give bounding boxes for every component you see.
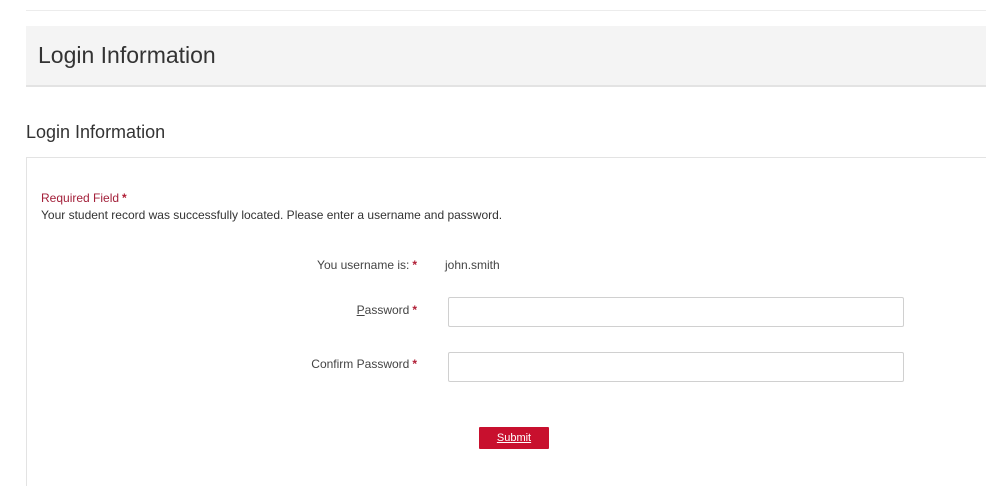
required-field-text: Required Field — [41, 191, 120, 205]
confirm-password-label-text: Confirm Password — [311, 357, 410, 371]
password-label-text: assword — [364, 303, 410, 317]
required-field-note: Required Field * — [41, 191, 127, 205]
confirm-password-label: Confirm Password * — [27, 357, 417, 371]
username-label: You username is: * — [27, 258, 417, 272]
login-form-panel: Required Field * Your student record was … — [26, 157, 986, 486]
password-label: Password * — [27, 303, 417, 317]
password-input[interactable] — [448, 297, 904, 327]
required-star-icon: * — [412, 258, 417, 272]
page-title: Login Information — [38, 42, 216, 68]
section-title: Login Information — [26, 122, 166, 142]
password-label-accesskey: P — [356, 303, 365, 317]
page-header: Login Information — [26, 26, 986, 87]
required-star-icon: * — [412, 357, 417, 371]
required-star-icon: * — [122, 191, 127, 205]
submit-button[interactable]: Submit — [479, 427, 549, 449]
username-label-text: You username is: — [317, 258, 410, 272]
required-star-icon: * — [412, 303, 417, 317]
top-divider — [26, 10, 986, 11]
username-value: john.smith — [445, 258, 500, 272]
confirm-password-input[interactable] — [448, 352, 904, 382]
status-message: Your student record was successfully loc… — [41, 208, 503, 222]
